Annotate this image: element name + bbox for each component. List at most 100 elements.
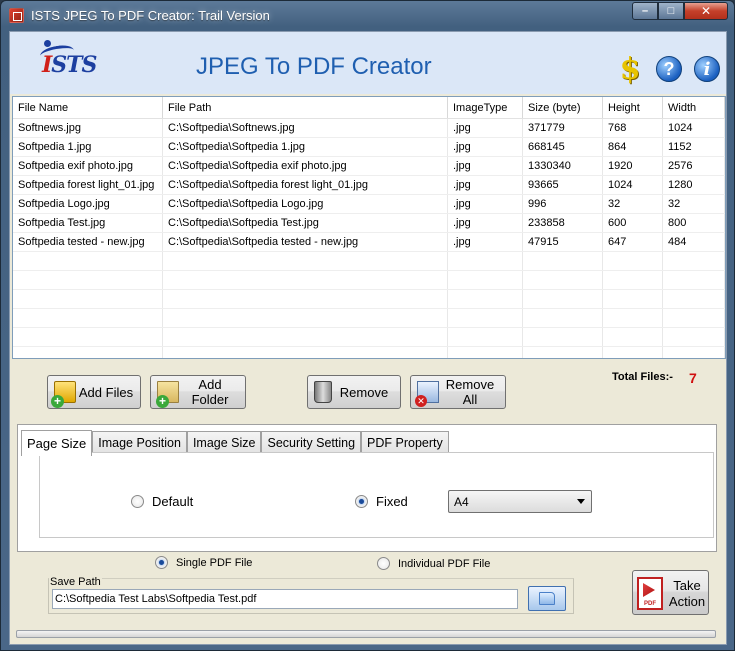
cell-height: 1920 bbox=[603, 157, 663, 175]
table-row[interactable]: Softpedia 1.jpg C:\Softpedia\Softpedia 1… bbox=[13, 138, 725, 157]
radio-dot bbox=[377, 557, 390, 570]
app-window: ISTS JPEG To PDF Creator: Trail Version … bbox=[0, 0, 735, 651]
total-files-label: Total Files:- bbox=[612, 371, 673, 383]
cell-image-type: .jpg bbox=[448, 176, 523, 194]
table-row[interactable]: Softpedia Test.jpg C:\Softpedia\Softpedi… bbox=[13, 214, 725, 233]
file-list-table[interactable]: File Name File Path ImageType Size (byte… bbox=[12, 96, 726, 359]
column-header-height[interactable]: Height bbox=[603, 97, 663, 118]
cell-image-type: .jpg bbox=[448, 119, 523, 137]
individual-pdf-radio[interactable]: Individual PDF File bbox=[377, 557, 490, 570]
cell-size: 371779 bbox=[523, 119, 603, 137]
cell-file-path: C:\Softpedia\Softnews.jpg bbox=[163, 119, 448, 137]
cell-image-type: .jpg bbox=[448, 138, 523, 156]
cell-size: 233858 bbox=[523, 214, 603, 232]
ists-logo: ISTS bbox=[39, 38, 120, 86]
window-title: ISTS JPEG To PDF Creator: Trail Version bbox=[31, 8, 270, 23]
cell-width: 1024 bbox=[663, 119, 725, 137]
tab-image-position[interactable]: Image Position bbox=[92, 431, 187, 454]
fixed-size-radio[interactable]: Fixed bbox=[355, 494, 408, 509]
window-controls: – □ ✕ bbox=[632, 2, 728, 20]
take-action-label: Take Action bbox=[668, 578, 706, 609]
remove-button[interactable]: Remove bbox=[307, 375, 401, 409]
cell-width: 2576 bbox=[663, 157, 725, 175]
cell-size: 996 bbox=[523, 195, 603, 213]
app-title: JPEG To PDF Creator bbox=[196, 53, 432, 80]
remove-all-button[interactable]: Remove All bbox=[410, 375, 506, 409]
cell-size: 1330340 bbox=[523, 157, 603, 175]
save-path-label: Save Path bbox=[49, 576, 102, 588]
cell-file-name: Softpedia forest light_01.jpg bbox=[13, 176, 163, 194]
default-size-radio[interactable]: Default bbox=[131, 494, 193, 509]
cell-width: 484 bbox=[663, 233, 725, 251]
help-icon[interactable]: ? bbox=[656, 56, 682, 82]
remove-label: Remove bbox=[339, 384, 389, 400]
title-bar[interactable]: ISTS JPEG To PDF Creator: Trail Version … bbox=[1, 1, 734, 31]
progress-bar bbox=[16, 630, 716, 638]
add-files-button[interactable]: Add Files bbox=[47, 375, 141, 409]
remove-all-label: Remove All bbox=[445, 377, 495, 407]
cell-image-type: .jpg bbox=[448, 233, 523, 251]
cell-height: 647 bbox=[603, 233, 663, 251]
tab-pdf-property[interactable]: PDF Property bbox=[361, 431, 449, 454]
cell-height: 864 bbox=[603, 138, 663, 156]
cell-file-path: C:\Softpedia\Softpedia exif photo.jpg bbox=[163, 157, 448, 175]
cell-file-name: Softpedia Logo.jpg bbox=[13, 195, 163, 213]
cell-file-name: Softpedia 1.jpg bbox=[13, 138, 163, 156]
remove-all-icon bbox=[415, 381, 439, 407]
tab-page-size[interactable]: Page Size bbox=[21, 430, 93, 456]
single-pdf-radio[interactable]: Single PDF File bbox=[155, 556, 252, 569]
cell-file-name: Softpedia Test.jpg bbox=[13, 214, 163, 232]
dollar-icon[interactable]: $ bbox=[616, 52, 644, 87]
cell-file-name: Softpedia tested - new.jpg bbox=[13, 233, 163, 251]
cell-height: 1024 bbox=[603, 176, 663, 194]
client-area: ISTS JPEG To PDF Creator $ ? i File Name… bbox=[9, 31, 727, 645]
minimize-button[interactable]: – bbox=[632, 2, 658, 20]
table-row[interactable]: Softpedia forest light_01.jpg C:\Softped… bbox=[13, 176, 725, 195]
info-icon[interactable]: i bbox=[694, 56, 720, 82]
add-folder-label: Add Folder bbox=[191, 377, 229, 407]
add-folder-button[interactable]: Add Folder bbox=[150, 375, 246, 409]
browse-button[interactable] bbox=[528, 586, 566, 611]
trash-icon bbox=[314, 381, 332, 403]
radio-dot bbox=[355, 495, 368, 508]
cell-height: 768 bbox=[603, 119, 663, 137]
cell-image-type: .jpg bbox=[448, 214, 523, 232]
column-header-image-type[interactable]: ImageType bbox=[448, 97, 523, 118]
table-row[interactable]: Softpedia Logo.jpg C:\Softpedia\Softpedi… bbox=[13, 195, 725, 214]
tab-image-size[interactable]: Image Size bbox=[186, 431, 262, 454]
empty-row bbox=[13, 309, 725, 328]
column-header-file-name[interactable]: File Name bbox=[13, 97, 163, 118]
column-header-file-path[interactable]: File Path bbox=[163, 97, 448, 118]
radio-dot bbox=[131, 495, 144, 508]
cell-height: 32 bbox=[603, 195, 663, 213]
cell-file-name: Softnews.jpg bbox=[13, 119, 163, 137]
empty-row bbox=[13, 290, 725, 309]
logo-dot bbox=[44, 40, 51, 47]
cell-image-type: .jpg bbox=[448, 195, 523, 213]
add-files-icon bbox=[51, 381, 76, 408]
empty-row bbox=[13, 347, 725, 358]
cell-file-name: Softpedia exif photo.jpg bbox=[13, 157, 163, 175]
radio-dot bbox=[155, 556, 168, 569]
maximize-button[interactable]: □ bbox=[658, 2, 684, 20]
logo-text: ISTS bbox=[42, 52, 97, 78]
cell-size: 93665 bbox=[523, 176, 603, 194]
table-row[interactable]: Softnews.jpg C:\Softpedia\Softnews.jpg .… bbox=[13, 119, 725, 138]
page-size-value: A4 bbox=[454, 494, 469, 509]
tab-security-setting[interactable]: Security Setting bbox=[261, 431, 362, 454]
folder-icon bbox=[539, 592, 555, 605]
column-header-size[interactable]: Size (byte) bbox=[523, 97, 603, 118]
cell-width: 1152 bbox=[663, 138, 725, 156]
column-header-width[interactable]: Width bbox=[663, 97, 725, 118]
single-pdf-label: Single PDF File bbox=[176, 556, 253, 569]
save-path-input[interactable]: C:\Softpedia Test Labs\Softpedia Test.pd… bbox=[52, 589, 518, 609]
close-button[interactable]: ✕ bbox=[684, 2, 728, 20]
fixed-size-label: Fixed bbox=[376, 494, 408, 509]
cell-size: 47915 bbox=[523, 233, 603, 251]
table-row[interactable]: Softpedia tested - new.jpg C:\Softpedia\… bbox=[13, 233, 725, 252]
empty-row bbox=[13, 328, 725, 347]
page-size-dropdown[interactable]: A4 bbox=[448, 490, 592, 513]
cell-file-path: C:\Softpedia\Softpedia tested - new.jpg bbox=[163, 233, 448, 251]
table-row[interactable]: Softpedia exif photo.jpg C:\Softpedia\So… bbox=[13, 157, 725, 176]
take-action-button[interactable]: PDF Take Action bbox=[632, 570, 709, 615]
